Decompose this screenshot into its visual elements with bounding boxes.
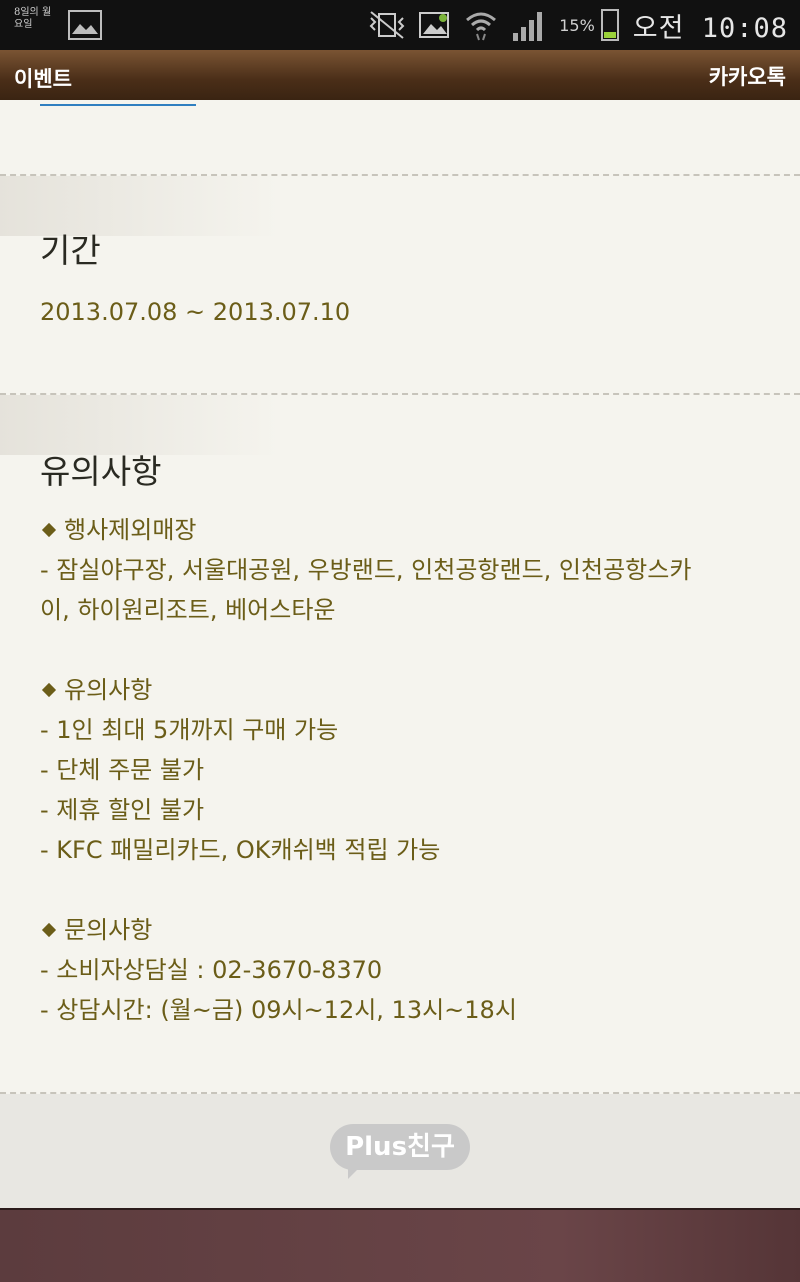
wifi-icon xyxy=(466,12,497,41)
plus-friend-button[interactable]: Plus친구 xyxy=(330,1124,470,1179)
list-item: - 상담시간: (월~금) 09시~12시, 13시~18시 xyxy=(40,996,517,1024)
title-bar: 이벤트 카카오톡 xyxy=(0,50,800,100)
list-item: - 소비자상담실 : 02-3670-8370 xyxy=(40,956,383,984)
page-title: 이벤트 xyxy=(14,67,72,91)
diamond-bullet-icon xyxy=(41,682,57,697)
period-value: 2013.07.08 ~ 2013.07.10 xyxy=(40,292,770,332)
excluded-stores-title: 행사제외매장 xyxy=(64,516,197,544)
bottom-panel xyxy=(0,1208,800,1282)
image-notification-icon xyxy=(68,10,102,40)
cautions-title: 유의사항 xyxy=(64,676,153,704)
footer: Plus친구 xyxy=(0,1094,800,1208)
cut-off-link[interactable] xyxy=(40,100,196,106)
battery-percent: 15% xyxy=(559,15,595,35)
list-item: - 1인 최대 5개까지 구매 가능 xyxy=(40,716,339,744)
diamond-bullet-icon xyxy=(41,922,57,937)
clock: 오전 10:08 xyxy=(632,12,788,44)
list-item: - 제휴 할인 불가 xyxy=(40,796,205,824)
vibrate-mute-icon xyxy=(369,11,405,39)
status-bar: 8일의 월요일 15% 오전 10:08 xyxy=(0,0,800,50)
section-title: 행사제외매장 xyxy=(40,510,770,550)
period-dates: 2013.07.08 ~ 2013.07.10 xyxy=(40,298,351,326)
list-item: - 단체 주문 불가 xyxy=(40,756,205,784)
list-item: 이, 하이원리조트, 베어스타운 xyxy=(40,596,336,624)
calendar-notification-icon: 8일의 월요일 xyxy=(14,7,52,30)
notes-heading: 유의사항 xyxy=(40,452,162,491)
inquiry-title: 문의사항 xyxy=(64,916,153,944)
diamond-bullet-icon xyxy=(41,522,57,537)
app-name: 카카오톡 xyxy=(708,65,786,89)
battery-icon xyxy=(600,9,619,41)
signal-icon xyxy=(513,12,543,41)
period-heading: 기간 xyxy=(40,231,101,270)
notes-body: 행사제외매장 - 잠실야구장, 서울대공원, 우방랜드, 인천공항랜드, 인천공… xyxy=(40,510,770,1030)
list-item: - KFC 패밀리카드, OK캐쉬백 적립 가능 xyxy=(40,836,441,864)
section-title: 문의사항 xyxy=(40,910,770,950)
section-title: 유의사항 xyxy=(40,670,770,710)
photo-notification-icon xyxy=(419,12,450,38)
list-item: - 잠실야구장, 서울대공원, 우방랜드, 인천공항랜드, 인천공항스카 xyxy=(40,556,692,584)
